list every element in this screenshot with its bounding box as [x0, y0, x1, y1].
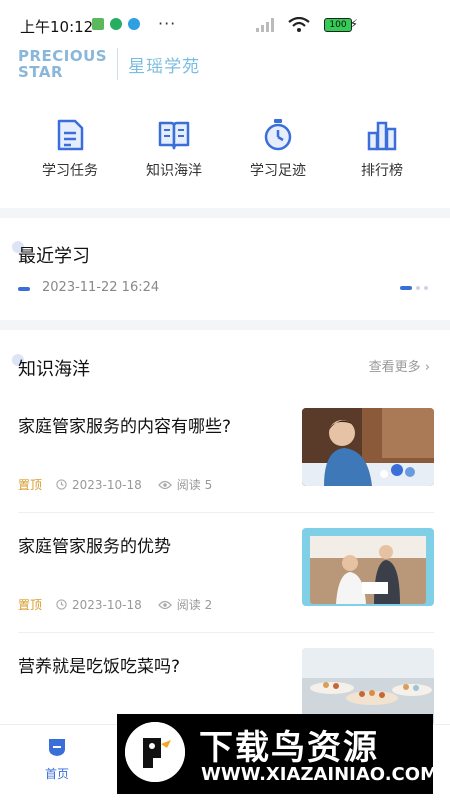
article-thumbnail [302, 528, 434, 606]
quick-nav-study-tasks[interactable]: 学习任务 [18, 118, 122, 180]
watermark-banner: 下载鸟资源 WWW.XIAZAINIAO.COM [117, 714, 438, 794]
section-divider [0, 208, 450, 218]
recent-study-date[interactable]: 2023-11-22 16:24 [42, 280, 159, 295]
app-bubble-icon [128, 18, 140, 30]
quick-nav-study-footprint[interactable]: 学习足迹 [226, 118, 330, 180]
brand-logo: PRECIOUS STAR 星瑶学苑 [18, 48, 200, 80]
quick-nav-knowledge-ocean[interactable]: 知识海洋 [122, 118, 226, 180]
article-item[interactable]: 家庭管家服务的内容有哪些? 置顶 2023-10-18 阅读 5 [18, 408, 434, 513]
article-thumbnail [302, 408, 434, 486]
pinned-badge: 置顶 [18, 598, 43, 612]
article-title: 家庭管家服务的优势 [18, 537, 171, 557]
battery-icon: 100 [324, 18, 352, 32]
brand-divider [117, 48, 119, 80]
stopwatch-icon [264, 119, 292, 151]
article-reads: 阅读 2 [176, 598, 213, 612]
status-time: 上午10:12 [20, 18, 94, 36]
section-divider [0, 320, 450, 330]
pinned-badge: 置顶 [18, 478, 43, 492]
home-shield-icon [49, 739, 65, 756]
article-title: 家庭管家服务的内容有哪些? [18, 417, 232, 437]
quick-nav-label: 排行榜 [361, 163, 403, 179]
article-date: 2023-10-18 [72, 477, 142, 492]
eye-icon [157, 600, 172, 610]
pager-dot [424, 286, 428, 290]
clock-icon [56, 599, 67, 610]
signal-icon [256, 18, 274, 32]
status-bar: 上午10:12 ··· 100 ⚡ [0, 0, 450, 46]
article-meta: 置顶 2023-10-18 阅读 5 [18, 476, 212, 493]
article-date: 2023-10-18 [72, 597, 142, 612]
pager-dot-active [400, 286, 412, 290]
status-notification-icons: ··· [92, 14, 177, 33]
quick-nav: 学习任务 知识海洋 学习足迹 排行榜 [0, 118, 450, 198]
article-reads: 阅读 5 [176, 478, 213, 492]
article-meta: 置顶 2023-10-18 阅读 2 [18, 596, 212, 613]
shield-icon [110, 18, 122, 30]
quick-nav-label: 学习足迹 [250, 163, 306, 179]
knowledge-section-title: 知识海洋 [18, 359, 90, 380]
watermark-title: 下载鸟资源 [199, 728, 379, 768]
brand-english: PRECIOUS STAR [18, 47, 108, 81]
more-dots: ··· [158, 14, 177, 33]
recent-indicator [18, 287, 30, 291]
article-title: 营养就是吃饭吃菜吗? [18, 657, 181, 677]
brand-chinese: 星瑶学苑 [128, 56, 201, 77]
charging-icon: ⚡ [349, 17, 358, 31]
chevron-right-icon: › [424, 360, 430, 375]
clock-icon [56, 479, 67, 490]
view-more-label: 查看更多 [368, 360, 421, 375]
article-item[interactable]: 家庭管家服务的优势 置顶 2023-10-18 阅读 2 [18, 528, 434, 633]
wifi-icon [288, 17, 310, 32]
view-more-link[interactable]: 查看更多 › [369, 356, 430, 375]
recent-study-title: 最近学习 [18, 246, 90, 267]
tab-home[interactable]: 首页 [40, 737, 74, 782]
eye-icon [157, 480, 172, 490]
watermark-url: WWW.XIAZAINIAO.COM [201, 764, 438, 785]
quick-nav-leaderboard[interactable]: 排行榜 [330, 118, 434, 180]
bird-logo-icon [125, 722, 185, 782]
notification-app-icon [92, 18, 104, 30]
ranking-bars-icon [367, 121, 397, 151]
tab-home-label: 首页 [44, 767, 69, 781]
quick-nav-label: 学习任务 [42, 163, 98, 179]
pager-dot [416, 286, 420, 290]
quick-nav-label: 知识海洋 [146, 163, 202, 179]
task-document-icon [57, 119, 84, 151]
open-book-icon [158, 121, 190, 150]
carousel-pager [400, 286, 428, 290]
